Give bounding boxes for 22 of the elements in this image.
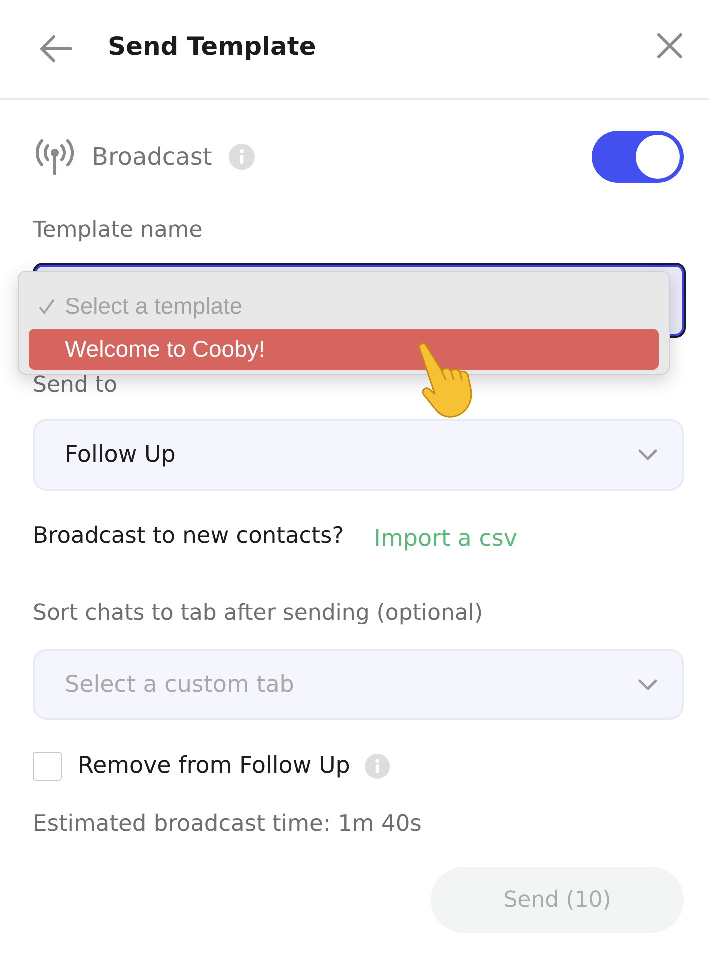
question-text: Broadcast to new contacts? [33,523,344,549]
estimate-text: Estimated broadcast time: 1m 40s [33,810,422,839]
checkbox-label: Remove from Follow Up [78,753,350,779]
field-label: Send to [33,372,118,400]
chevron-down-icon [638,678,658,690]
antenna-icon [36,139,74,175]
checkbox[interactable] [33,752,62,780]
dropdown-option[interactable]: Welcome to Cooby! [29,329,659,370]
field-label: Sort chats to tab after sending (optional) [33,600,484,628]
field-label: Template name [33,217,203,245]
import-csv-link[interactable]: Import a csv [374,526,518,552]
chevron-down-icon [638,449,658,461]
close-icon[interactable] [657,33,683,59]
check-icon [39,298,55,314]
page-title: Send Template [108,32,316,60]
info-icon [229,144,256,170]
back-arrow-icon[interactable] [39,35,73,63]
info-icon [365,754,390,778]
custom-tab-select[interactable]: Select a custom tab [33,649,684,720]
broadcast-label: Broadcast [92,143,212,171]
toggle-switch[interactable] [592,131,684,183]
send-to-select[interactable]: Follow Up [33,419,684,491]
